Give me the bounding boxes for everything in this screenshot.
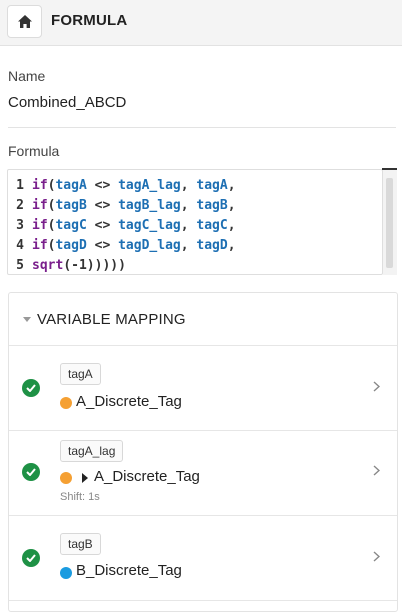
- home-icon: [17, 15, 32, 28]
- page-header: FORMULA: [0, 0, 402, 46]
- formula-scroll-thumb[interactable]: [386, 178, 393, 268]
- tag-color-dot: [60, 472, 72, 484]
- chevron-right-icon[interactable]: [373, 381, 380, 392]
- code-line[interactable]: 2 if(tagB <> tagB_lag, tagB,: [8, 196, 378, 216]
- code-token: tagC: [196, 218, 228, 233]
- code-token: tagD_lag: [118, 238, 181, 253]
- source-tag-name: B_Discrete_Tag: [76, 562, 182, 579]
- code-token: ,: [227, 198, 236, 213]
- code-token: tagD: [55, 238, 87, 253]
- line-number: 4: [16, 238, 24, 253]
- variable-chip: tagB: [60, 533, 101, 555]
- code-token: <>: [86, 178, 119, 193]
- shift-label: Shift: 1s: [60, 491, 100, 503]
- line-number: 3: [16, 218, 24, 233]
- tag-color-dot: [60, 567, 72, 579]
- code-token: ,: [227, 178, 236, 193]
- code-line[interactable]: 1 if(tagA <> tagA_lag, tagA,: [8, 176, 378, 196]
- code-token: -1: [71, 258, 87, 273]
- check-circle-icon: [22, 379, 40, 397]
- home-button[interactable]: [7, 5, 42, 38]
- page-title: FORMULA: [51, 12, 128, 29]
- code-token: ): [118, 258, 126, 273]
- code-token: tagA: [55, 178, 87, 193]
- line-number: 1: [16, 178, 24, 193]
- code-line[interactable]: 3 if(tagC <> tagC_lag, tagC,: [8, 216, 378, 236]
- row-divider: [9, 430, 397, 431]
- code-token: ,: [227, 238, 236, 253]
- code-token: if: [32, 178, 48, 193]
- code-line[interactable]: 5 sqrt(-1))))): [8, 256, 378, 274]
- row-divider: [9, 515, 397, 516]
- source-tag-name: A_Discrete_Tag: [76, 393, 182, 410]
- code-token: if: [32, 198, 48, 213]
- code-token: if: [32, 218, 48, 233]
- code-token: tagB: [55, 198, 87, 213]
- code-token: ,: [180, 198, 197, 213]
- check-circle-icon: [22, 463, 40, 481]
- code-token: <>: [86, 198, 119, 213]
- code-token: sqrt: [32, 258, 64, 273]
- name-label: Name: [8, 68, 46, 84]
- code-token: tagD: [196, 238, 228, 253]
- code-token: if: [32, 238, 48, 253]
- variable-chip: tagA: [60, 363, 101, 385]
- code-line[interactable]: 4 if(tagD <> tagD_lag, tagD,: [8, 236, 378, 256]
- code-token: <>: [86, 218, 119, 233]
- code-token: <>: [86, 238, 119, 253]
- source-tag-name: A_Discrete_Tag: [94, 468, 200, 485]
- line-number: 2: [16, 198, 24, 213]
- code-token: tagB: [196, 198, 228, 213]
- divider: [8, 127, 396, 128]
- collapse-caret-icon[interactable]: [23, 317, 31, 322]
- chevron-right-icon[interactable]: [373, 465, 380, 476]
- formula-editor[interactable]: 1 if(tagA <> tagA_lag, tagA, 2 if(tagB <> t…: [7, 169, 383, 275]
- name-value[interactable]: Combined_ABCD: [8, 94, 126, 111]
- chevron-right-icon[interactable]: [373, 551, 380, 562]
- code-token: (: [63, 258, 72, 273]
- code-token: tagA: [196, 178, 228, 193]
- code-token: tagC_lag: [118, 218, 181, 233]
- row-divider: [9, 345, 397, 346]
- code-token: ,: [180, 238, 197, 253]
- caret-right-icon: [82, 473, 88, 483]
- resize-handle[interactable]: [382, 168, 397, 170]
- tag-color-dot: [60, 397, 72, 409]
- variable-mapping-title[interactable]: VARIABLE MAPPING: [37, 311, 186, 328]
- row-divider: [9, 600, 397, 601]
- code-token: )))): [86, 258, 119, 273]
- code-token: tagB_lag: [118, 198, 181, 213]
- code-token: ,: [180, 218, 197, 233]
- formula-label: Formula: [8, 143, 60, 159]
- variable-mapping-panel: VARIABLE MAPPING tagA A_Discrete_Tag tag…: [8, 292, 398, 612]
- code-token: tagA_lag: [118, 178, 181, 193]
- code-token: tagC: [55, 218, 87, 233]
- code-token: ,: [227, 218, 236, 233]
- code-token: ,: [180, 178, 197, 193]
- check-circle-icon: [22, 549, 40, 567]
- line-number: 5: [16, 258, 24, 273]
- variable-chip: tagA_lag: [60, 440, 124, 462]
